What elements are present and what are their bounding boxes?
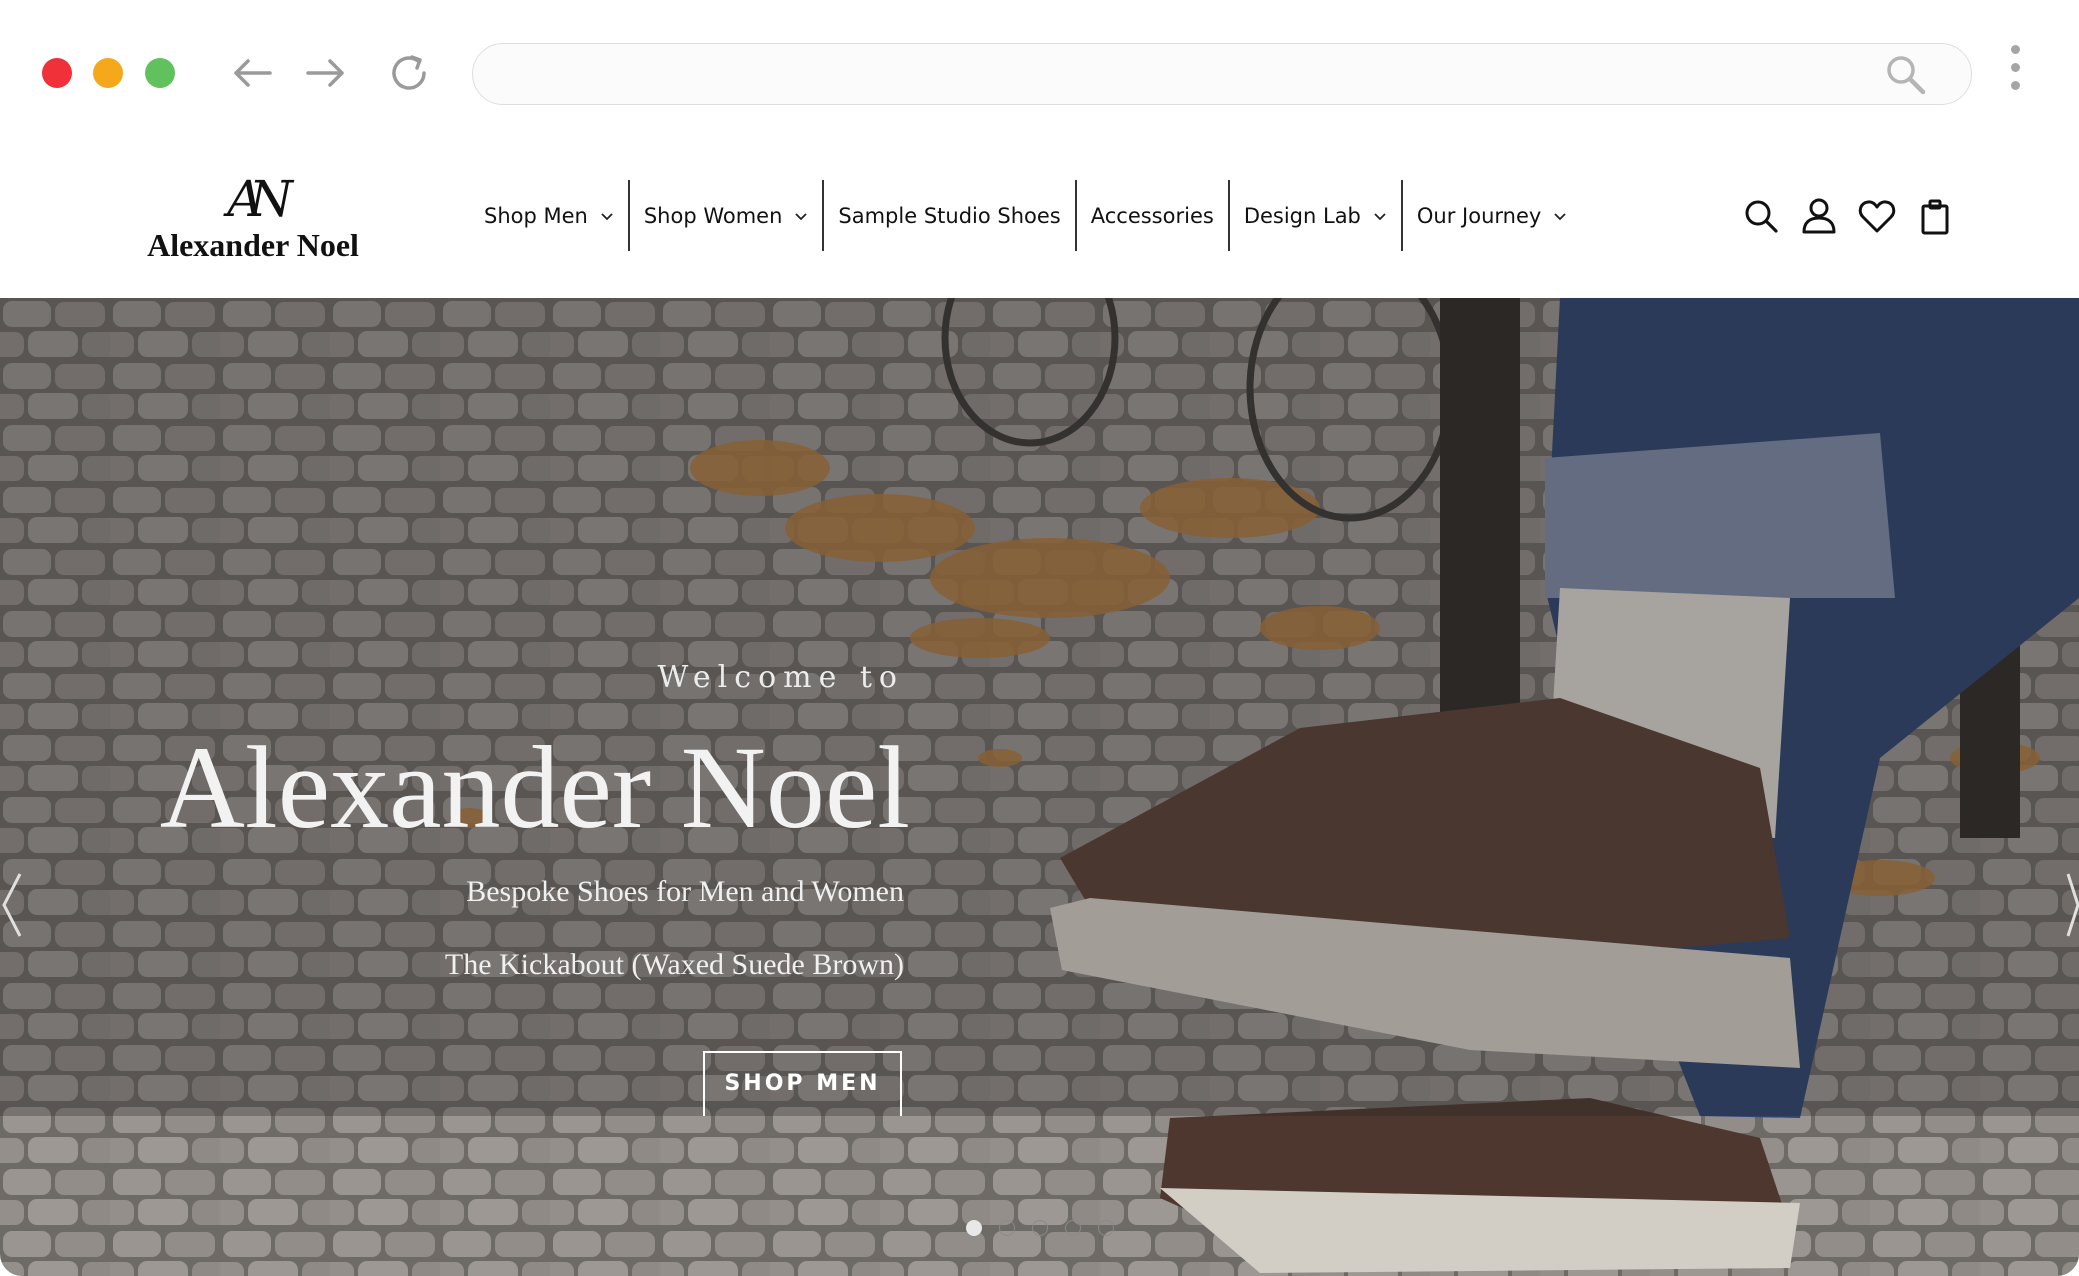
nav-item-shop-men[interactable]: Shop Men [470, 180, 628, 251]
nav-item-label: Sample Studio Shoes [838, 203, 1061, 228]
nav-item-label: Accessories [1090, 203, 1214, 228]
hero-slideshow[interactable]: Welcome to Alexander Noel Bespoke Shoes … [0, 298, 2079, 1276]
logo-wordmark: Alexander Noel [147, 227, 359, 263]
shopping-bag-icon[interactable] [1914, 195, 1956, 237]
slide-dot-5[interactable] [1098, 1220, 1114, 1236]
logo-monogram: AN [227, 170, 293, 228]
browser-toolbar [0, 0, 2079, 145]
maximize-window-button[interactable] [145, 58, 175, 88]
hero-title: Alexander Noel [159, 722, 910, 853]
hero-product-name: The Kickabout (Waxed Suede Brown) [444, 948, 904, 981]
slide-dot-4[interactable] [1065, 1220, 1081, 1236]
nav-item-label: Our Journey [1416, 203, 1542, 228]
chevron-down-icon [1554, 212, 1566, 220]
forward-arrow-icon [306, 59, 344, 87]
shop-men-button[interactable]: SHOP MEN [703, 1051, 902, 1116]
slide-dot-1[interactable] [966, 1220, 982, 1236]
reload-icon [392, 55, 426, 90]
site-logo[interactable]: AN Alexander Noel [128, 173, 378, 273]
wishlist-heart-icon[interactable] [1856, 195, 1898, 237]
address-bar[interactable] [472, 43, 1972, 105]
main-navigation: Shop Men Shop Women Sample Studio Shoes … [470, 180, 1581, 251]
nav-item-label: Shop Women [643, 203, 783, 228]
reload-button[interactable] [384, 48, 434, 98]
nav-item-shop-women[interactable]: Shop Women [630, 180, 823, 251]
nav-item-label: Design Lab [1243, 203, 1361, 228]
url-input[interactable] [501, 52, 1885, 98]
chevron-down-icon [1374, 212, 1386, 220]
hero-overlay [0, 298, 2079, 1116]
chevron-down-icon [795, 212, 808, 220]
slide-pagination [966, 1220, 1131, 1236]
header-actions [1740, 195, 1972, 237]
forward-button[interactable] [300, 48, 350, 98]
nav-item-accessories[interactable]: Accessories [1077, 180, 1228, 251]
nav-item-sample-studio-shoes[interactable]: Sample Studio Shoes [824, 180, 1074, 251]
slide-dot-3[interactable] [1032, 1220, 1048, 1236]
browser-window: AN Alexander Noel Shop Men Shop Women Sa… [0, 0, 2079, 1276]
back-arrow-icon [234, 59, 272, 87]
nav-item-label: Shop Men [484, 203, 588, 228]
search-icon[interactable] [1740, 195, 1782, 237]
search-icon[interactable] [1883, 52, 1929, 98]
close-window-button[interactable] [42, 58, 72, 88]
hero-subtitle: Bespoke Shoes for Men and Women [466, 875, 904, 908]
slide-dot-2[interactable] [999, 1220, 1015, 1236]
account-icon[interactable] [1798, 195, 1840, 237]
nav-item-our-journey[interactable]: Our Journey [1403, 180, 1581, 251]
chevron-down-icon [601, 212, 613, 220]
hero-welcome-text: Welcome to [657, 660, 904, 695]
back-button[interactable] [228, 48, 278, 98]
more-vertical-icon[interactable] [2000, 45, 2030, 101]
minimize-window-button[interactable] [93, 58, 123, 88]
slide-next-icon[interactable] [2066, 870, 2079, 940]
nav-item-design-lab[interactable]: Design Lab [1230, 180, 1401, 251]
slide-prev-icon[interactable] [0, 870, 26, 940]
site-header: AN Alexander Noel Shop Men Shop Women Sa… [0, 145, 2079, 298]
